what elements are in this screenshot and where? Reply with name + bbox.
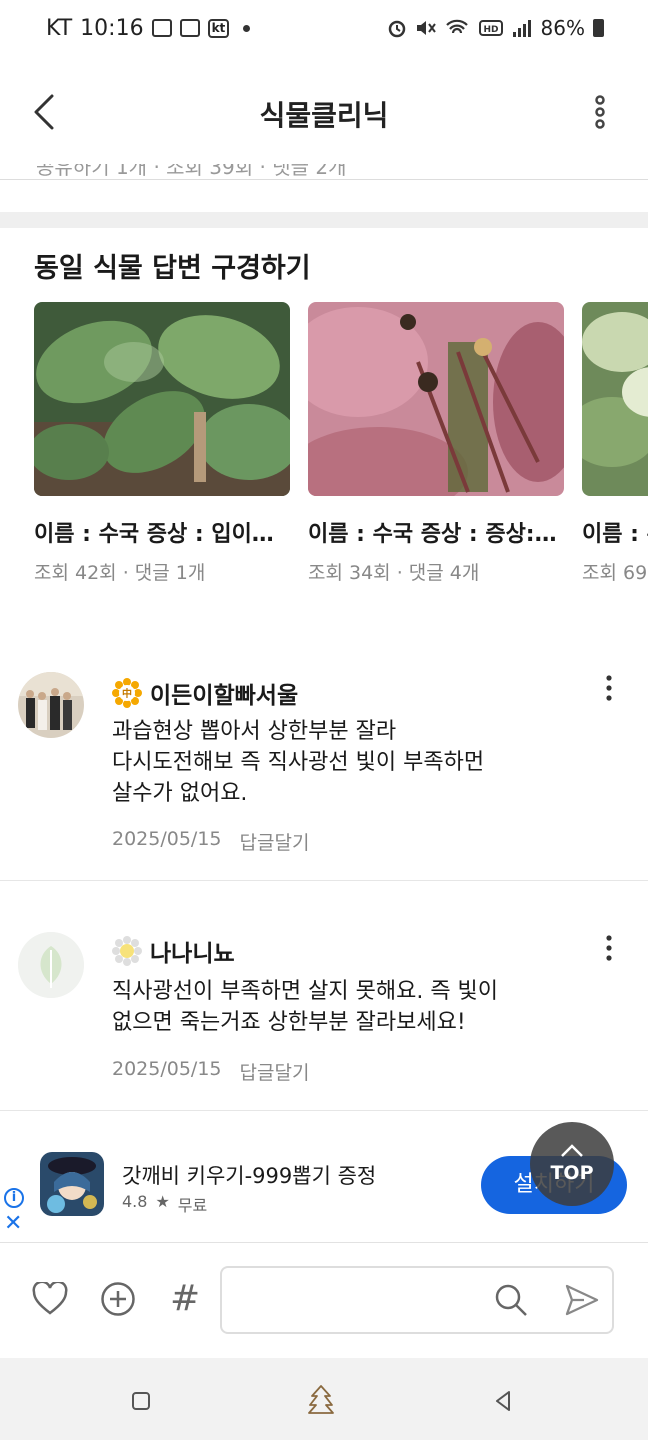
recent-apps-icon[interactable] [132, 1392, 150, 1410]
comment-input[interactable] [220, 1266, 614, 1334]
similar-card[interactable]: 이름 : 수 조회 69 [582, 302, 648, 585]
comment-divider [0, 880, 648, 881]
header-divider [0, 179, 648, 180]
page-title: 식물클리닉 [259, 99, 389, 132]
hashtag-icon[interactable]: # [170, 1280, 200, 1318]
variegated-leaves-photo [582, 302, 648, 496]
ad-price: 무료 [177, 1196, 208, 1215]
comment-divider [0, 1110, 648, 1111]
comment-item: 中 이든이할빠서울 과습현상 뽑아서 상한부분 잘라 다시도전해보 즉 직사광선… [0, 670, 648, 880]
comment-date: 2025/05/15 [112, 1058, 222, 1080]
clock: 10:16 [80, 15, 144, 41]
section-separator [0, 212, 648, 228]
svg-text:HD: HD [483, 25, 498, 35]
reply-button[interactable]: 답글달기 [240, 828, 310, 855]
comment-line: 없으면 죽는거죠 상한부분 잘라보세요! [112, 1010, 466, 1035]
comment-date: 2025/05/15 [112, 828, 222, 850]
similar-card-title: 이름 : 수 [582, 522, 648, 547]
comment-meta: 2025/05/15 답글달기 [112, 1058, 309, 1085]
grade-badge-label: 中 [122, 687, 132, 700]
hd-voice-icon: HD [478, 20, 503, 36]
system-nav-bar [0, 1358, 648, 1440]
similar-answers-carousel[interactable]: 이름 : 수국 증상 : 입이… 조회 42회 · 댓글 1개 이름 : 수국 … [34, 302, 648, 592]
status-bar: KT 10:16 kt HD 86% [0, 0, 648, 56]
wifi-icon [445, 19, 468, 34]
ad-title: 갓깨비 키우기-999뽑기 증정 [122, 1164, 377, 1188]
comment-more-icon[interactable] [604, 674, 614, 702]
comment-line: 과습현상 뽑아서 상한부분 잘라 [112, 719, 397, 744]
mute-icon [416, 21, 436, 35]
heart-icon[interactable] [32, 1282, 68, 1316]
similar-card-meta: 조회 42회 · 댓글 1개 [34, 562, 206, 584]
comment-line: 직사광선이 부족하면 살지 못해요. 즉 빛이 [112, 979, 499, 1004]
ad-info-icon[interactable]: i [4, 1188, 24, 1208]
comment-text: 과습현상 뽑아서 상한부분 잘라 다시도전해보 즉 직사광선 빛이 부족하먼 살… [112, 716, 484, 809]
ad-app-icon [40, 1152, 104, 1216]
ad-subtitle: 4.8 ★ 무료 [122, 1192, 207, 1216]
comment-item: 나나니뇨 직사광선이 부족하면 살지 못해요. 즉 빛이 없으면 죽는거죠 상한… [0, 930, 648, 1108]
battery-icon [593, 19, 604, 37]
comment-meta: 2025/05/15 답글달기 [112, 828, 309, 855]
similar-card-meta: 조회 34회 · 댓글 4개 [308, 562, 480, 584]
reply-button[interactable]: 답글달기 [240, 1058, 310, 1085]
battery-percent: 86% [540, 16, 585, 40]
grade-badge-icon [112, 936, 142, 966]
app-header: 식물클리닉 [0, 56, 648, 168]
avatar[interactable] [18, 932, 84, 998]
similar-card[interactable]: 이름 : 수국 증상 : 입이… 조회 42회 · 댓글 1개 [34, 302, 290, 585]
similar-card-meta: 조회 69 [582, 562, 648, 584]
send-icon[interactable] [564, 1282, 600, 1318]
add-circle-icon[interactable] [100, 1281, 136, 1317]
comment-author-row: 나나니뇨 [112, 934, 235, 968]
ad-rating: 4.8 [122, 1192, 148, 1211]
ad-close-icon[interactable]: ✕ [4, 1213, 22, 1235]
kt-notification-icon: kt [207, 18, 230, 38]
scroll-top-button[interactable]: TOP [530, 1122, 614, 1206]
back-triangle-icon[interactable] [494, 1390, 512, 1412]
gallery-notification-icon [151, 19, 172, 37]
comment-line: 다시도전해보 즉 직사광선 빛이 부족하먼 [112, 750, 485, 775]
more-notifications-dot-icon [243, 24, 251, 32]
input-bar-divider [0, 1242, 648, 1243]
comment-more-icon[interactable] [604, 934, 614, 962]
comment-author-name[interactable]: 이든이할빠서울 [150, 676, 298, 710]
status-left: KT 10:16 kt [46, 15, 251, 41]
post-stats: 공유하기 1개 · 조회 39회 · 댓글 2개 [36, 164, 347, 178]
more-options-icon[interactable] [588, 94, 612, 130]
comment-line: 살수가 없어요. [112, 781, 248, 806]
alarm-icon [388, 20, 405, 38]
green-leaves-photo [34, 302, 290, 496]
comment-author-name[interactable]: 나나니뇨 [150, 934, 235, 968]
similar-card-title: 이름 : 수국 증상 : 입이… [34, 522, 274, 547]
search-icon[interactable] [494, 1283, 528, 1317]
status-right: HD 86% [387, 16, 604, 40]
signal-icon [512, 20, 531, 37]
star-icon: ★ [155, 1192, 170, 1211]
avatar[interactable] [18, 672, 84, 738]
comment-author-row: 中 이든이할빠서울 [112, 676, 298, 710]
similar-card[interactable]: 이름 : 수국 증상 : 증상:… 조회 34회 · 댓글 4개 [308, 302, 564, 585]
pink-hydrangea-photo [308, 302, 564, 496]
wallet-notification-icon [179, 19, 200, 37]
similar-answers-title: 동일 식물 답변 구경하기 [34, 253, 311, 284]
chevron-up-icon [561, 1144, 583, 1157]
comment-text: 직사광선이 부족하면 살지 못해요. 즉 빛이 없으면 죽는거죠 상한부분 잘라… [112, 976, 498, 1038]
scroll-top-label: TOP [550, 1162, 594, 1184]
carrier-label: KT [46, 15, 73, 41]
similar-card-title: 이름 : 수국 증상 : 증상:… [308, 522, 557, 547]
grade-badge-icon: 中 [112, 678, 142, 708]
home-tree-icon[interactable] [306, 1384, 336, 1416]
